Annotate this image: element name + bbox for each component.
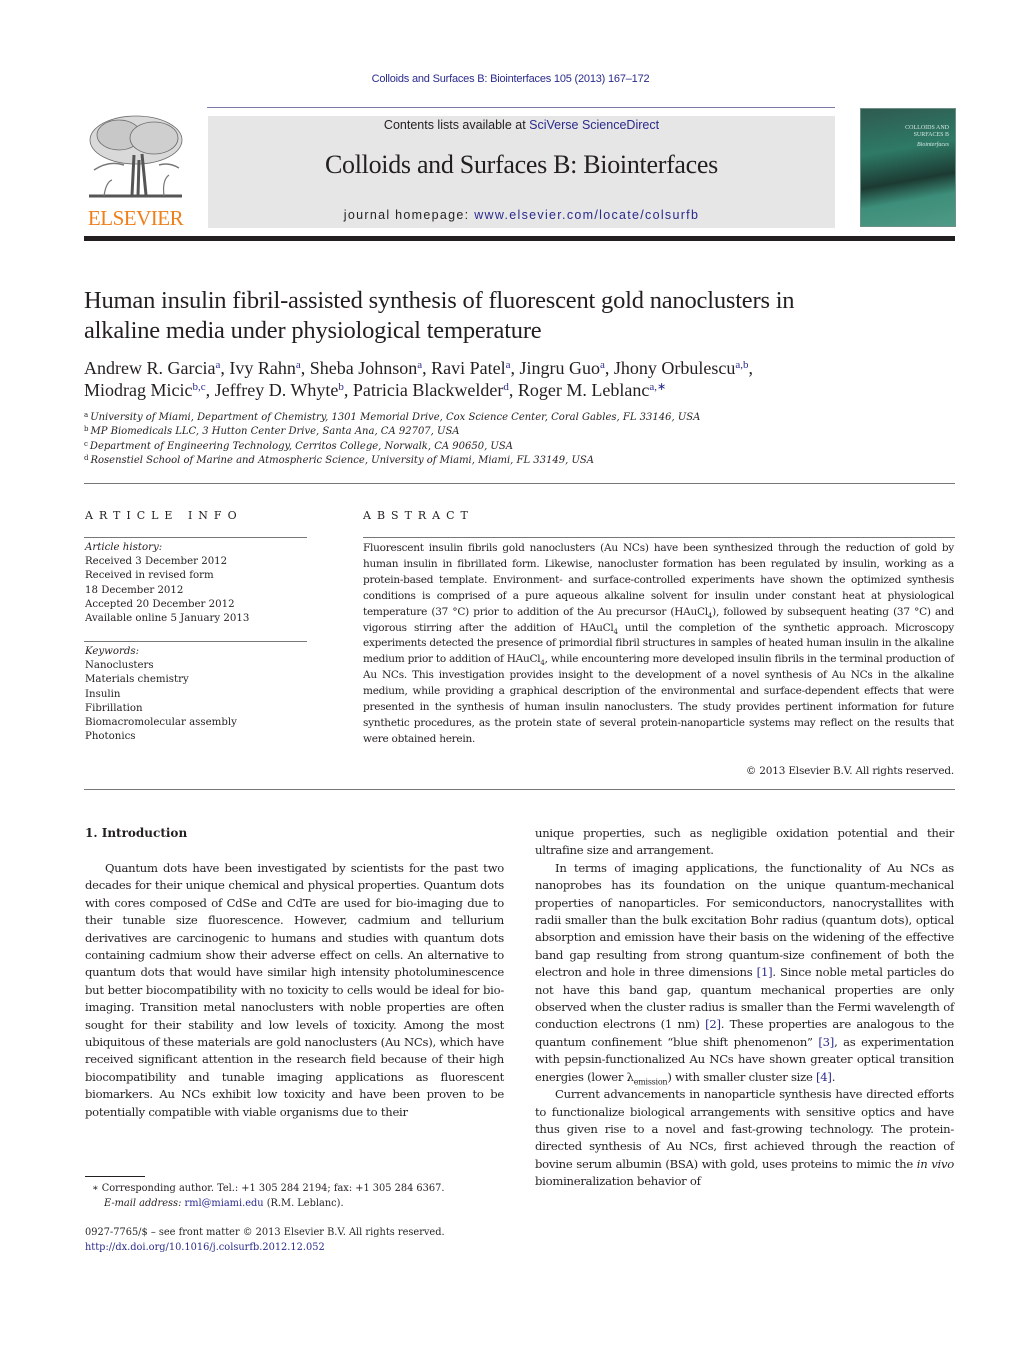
journal-homepage: journal homepage: www.elsevier.com/locat… xyxy=(208,208,835,222)
affiliation-marker[interactable]: b,c xyxy=(192,381,205,393)
body-divider xyxy=(84,789,955,790)
corresponding-author-footnote: ∗ Corresponding author. Tel.: +1 305 284… xyxy=(92,1182,512,1211)
abstract-heading: ABSTRACT xyxy=(363,509,474,522)
top-divider xyxy=(207,107,835,108)
paragraph: Quantum dots have been investigated by s… xyxy=(85,861,504,1119)
journal-name: Colloids and Surfaces B: Biointerfaces xyxy=(325,150,718,179)
author: Sheba Johnsona, xyxy=(309,358,432,378)
keyword: Biomacromolecular assembly xyxy=(85,717,237,729)
issn-line: 0927-7765/$ – see front matter © 2013 El… xyxy=(85,1227,445,1238)
keyword: Photonics xyxy=(85,731,136,743)
body-column-right: unique properties, such as negligible ox… xyxy=(535,825,954,1191)
citation-link[interactable]: [3] xyxy=(818,1035,834,1049)
affiliation-marker[interactable]: a xyxy=(506,359,511,371)
cover-title: COLLOIDS AND SURFACES B Biointerfaces xyxy=(905,125,949,149)
cover-title-line2: SURFACES B xyxy=(913,132,949,138)
author: Roger M. Leblanca,∗ xyxy=(517,380,667,400)
corresponding-author: ∗ Corresponding author. Tel.: +1 305 284… xyxy=(92,1183,445,1194)
affiliation-marker[interactable]: a xyxy=(600,359,605,371)
header-divider xyxy=(84,483,955,484)
homepage-prefix: journal homepage: xyxy=(343,208,475,222)
citation-link[interactable]: [1] xyxy=(757,965,773,979)
section-heading-introduction: 1. Introduction xyxy=(85,826,188,840)
keyword: Insulin xyxy=(85,688,121,700)
masthead-thick-divider xyxy=(84,236,955,241)
author: Patricia Blackwelderd, xyxy=(352,380,518,400)
keyword: Materials chemistry xyxy=(85,674,189,686)
abstract-text: Fluorescent insulin fibrils gold nanoclu… xyxy=(363,542,955,745)
affiliation: c Department of Engineering Technology, C… xyxy=(84,439,513,452)
citation-link[interactable]: [2] xyxy=(705,1017,721,1031)
abstract-divider xyxy=(363,537,955,538)
author: Jhony Orbulescua,b, xyxy=(613,358,754,378)
title-line-2: alkaline media under physiological tempe… xyxy=(84,317,542,344)
history-item: Accepted 20 December 2012 xyxy=(85,598,235,610)
author: Ravi Patela, xyxy=(431,358,520,378)
front-matter: 0927-7765/$ – see front matter © 2013 El… xyxy=(85,1226,515,1255)
citation-link[interactable]: [4] xyxy=(816,1070,832,1084)
author-list: Andrew R. Garciaa, Ivy Rahna, Sheba John… xyxy=(84,357,954,401)
affiliation-marker[interactable]: a xyxy=(296,359,301,371)
affiliation: a University of Miami, Department of Chem… xyxy=(84,411,701,424)
running-head: Colloids and Surfaces B: Biointerfaces 1… xyxy=(371,73,650,85)
author: Miodrag Micicb,c, xyxy=(84,380,215,400)
author: Andrew R. Garciaa, xyxy=(84,358,230,378)
affiliation-marker[interactable]: d xyxy=(503,381,509,393)
doi-link[interactable]: http://dx.doi.org/10.1016/j.colsurfb.201… xyxy=(85,1241,515,1256)
affiliation-marker[interactable]: a xyxy=(417,359,422,371)
title-line-1: Human insulin fibril-assisted synthesis … xyxy=(84,287,795,314)
contents-line: Contents lists available at SciVerse Sci… xyxy=(208,118,835,132)
article-info-divider xyxy=(84,537,307,538)
author: Jingru Guoa, xyxy=(519,358,614,378)
history-item: Received in revised form xyxy=(85,570,214,582)
email-line: E-mail address: rml@miami.edu (R.M. Lebl… xyxy=(104,1197,344,1209)
article-info-heading: ARTICLE INFO xyxy=(85,509,243,522)
history-item: Received 3 December 2012 xyxy=(85,556,228,568)
body-column-left: Quantum dots have been investigated by s… xyxy=(85,860,504,1121)
affiliation-marker[interactable]: a,b xyxy=(735,359,748,371)
history-item: Available online 5 January 2013 xyxy=(85,613,250,625)
paragraph: In terms of imaging applications, the fu… xyxy=(535,860,955,1086)
article-title: Human insulin fibril-assisted synthesis … xyxy=(84,286,944,346)
journal-cover-thumbnail[interactable]: COLLOIDS AND SURFACES B Biointerfaces xyxy=(860,108,956,227)
paragraph: unique properties, such as negligible ox… xyxy=(535,826,954,858)
article-history: Article history: Received 3 December 201… xyxy=(85,541,307,626)
history-item: 18 December 2012 xyxy=(85,584,184,596)
keywords-divider xyxy=(84,641,307,642)
affiliation-marker[interactable]: b xyxy=(338,381,344,393)
elsevier-wordmark: ELSEVIER xyxy=(87,206,184,230)
author: Jeffrey D. Whyteb, xyxy=(214,380,353,400)
affiliation-marker[interactable]: a xyxy=(215,359,220,371)
affiliation-list: a University of Miami, Department of Chem… xyxy=(84,411,954,468)
affiliation: b MP Biomedicals LLC, 3 Hutton Center Dri… xyxy=(84,425,460,438)
affiliation-marker[interactable]: a,∗ xyxy=(649,381,666,393)
cover-subtitle: Biointerfaces xyxy=(917,142,949,148)
sciencedirect-link[interactable]: SciVerse ScienceDirect xyxy=(529,118,659,132)
keywords-label: Keywords: xyxy=(85,646,140,657)
elsevier-logo[interactable]: ELSEVIER xyxy=(84,110,187,230)
footnote-divider xyxy=(85,1176,145,1177)
keyword: Fibrillation xyxy=(85,702,143,714)
keywords: Keywords: Nanoclusters Materials chemist… xyxy=(85,645,307,744)
contents-prefix: Contents lists available at xyxy=(383,118,530,132)
paragraph: Current advancements in nanoparticle syn… xyxy=(535,1087,954,1189)
affiliation: d Rosenstiel School of Marine and Atmosph… xyxy=(84,453,594,466)
email-link[interactable]: rml@miami.edu xyxy=(185,1198,264,1209)
article-history-label: Article history: xyxy=(85,542,163,553)
abstract-copyright: © 2013 Elsevier B.V. All rights reserved… xyxy=(745,765,954,777)
cover-title-line1: COLLOIDS AND xyxy=(905,125,949,131)
tree-icon xyxy=(84,110,187,205)
homepage-link[interactable]: www.elsevier.com/locate/colsurfb xyxy=(474,208,699,222)
author: Ivy Rahna, xyxy=(229,358,310,378)
keyword: Nanoclusters xyxy=(85,660,154,672)
